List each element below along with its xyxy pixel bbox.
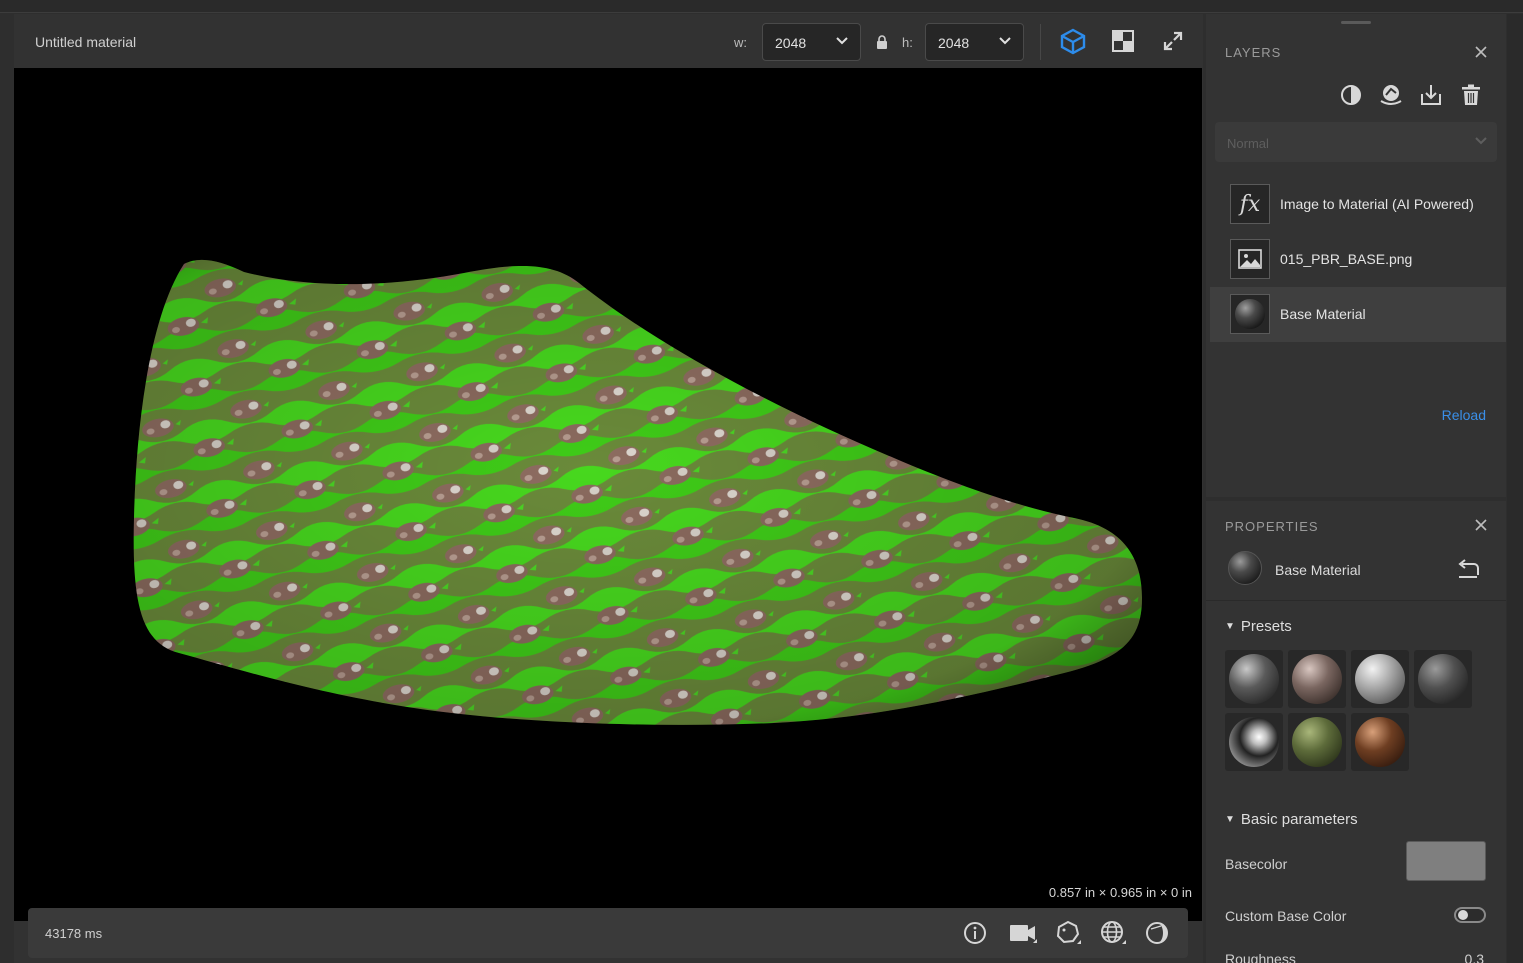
basecolor-swatch[interactable]	[1406, 841, 1486, 881]
preset-dark-grey	[1229, 654, 1279, 704]
chevron-down-icon: ▼	[1225, 621, 1235, 632]
layer-row[interactable]: fx Image to Material (AI Powered)	[1210, 177, 1506, 232]
preset-olive	[1292, 717, 1342, 767]
dimensions-readout: 0.857 in × 0.965 in × 0 in	[1048, 885, 1192, 900]
blend-mode-select[interactable]: Normal	[1215, 122, 1497, 162]
layer-name: 015_PBR_BASE.png	[1280, 251, 1413, 267]
fx-icon: fx	[1230, 184, 1270, 224]
expand-button[interactable]	[1159, 27, 1187, 55]
reload-link[interactable]: Reload	[1442, 407, 1486, 423]
info-icon	[964, 922, 986, 944]
2d-view-button[interactable]	[1109, 27, 1137, 55]
blend-mode-value: Normal	[1227, 136, 1269, 151]
preset-swatch[interactable]	[1225, 650, 1283, 708]
chevron-down-icon	[1475, 137, 1487, 145]
preset-copper	[1355, 717, 1405, 767]
layer-name: Base Material	[1280, 306, 1366, 322]
reset-icon[interactable]	[1456, 559, 1480, 579]
3d-canvas[interactable]: 0.857 in × 0.965 in × 0 in	[14, 68, 1202, 921]
expand-icon	[1163, 31, 1183, 51]
preset-chrome	[1229, 717, 1279, 767]
presets-section-toggle[interactable]: ▼ Presets	[1225, 618, 1292, 635]
height-value: 2048	[938, 35, 970, 51]
width-value: 2048	[775, 35, 807, 51]
3d-view-icon	[1060, 28, 1086, 55]
sphere-icon	[1230, 294, 1270, 334]
toggle-knob	[1458, 910, 1468, 920]
add-fill-layer-button[interactable]	[1338, 82, 1364, 108]
chevron-down-icon	[836, 37, 848, 45]
layer-name: Image to Material (AI Powered)	[1280, 196, 1474, 212]
custom-base-color-label: Custom Base Color	[1225, 908, 1347, 924]
delete-icon	[1462, 84, 1480, 105]
preset-light-grey	[1355, 654, 1405, 704]
material-sphere-icon	[1228, 551, 1262, 585]
preset-charcoal	[1418, 654, 1468, 704]
close-icon[interactable]	[1474, 45, 1488, 59]
mesh-icon	[1101, 921, 1126, 944]
preset-swatch[interactable]	[1351, 713, 1409, 771]
roughness-value[interactable]: 0.3	[1465, 951, 1484, 963]
add-fill-layer-icon	[1341, 85, 1361, 105]
layer-row[interactable]: 015_PBR_BASE.png	[1210, 232, 1506, 287]
preset-swatch[interactable]	[1414, 650, 1472, 708]
lighting-button[interactable]	[1142, 918, 1172, 948]
lock-icon[interactable]	[876, 35, 888, 49]
preset-swatch[interactable]	[1288, 713, 1346, 771]
panel-drag-handle[interactable]	[1341, 21, 1371, 24]
basecolor-label: Basecolor	[1225, 856, 1288, 872]
preset-taupe	[1292, 654, 1342, 704]
presets-label: Presets	[1240, 618, 1292, 635]
2d-view-icon	[1112, 30, 1134, 52]
basic-parameters-section-toggle[interactable]: ▼ Basic parameters	[1225, 811, 1358, 828]
environment-icon	[1056, 920, 1081, 944]
import-button[interactable]	[1418, 82, 1444, 108]
camera-icon	[1010, 925, 1037, 943]
3d-view-button[interactable]	[1059, 27, 1087, 55]
properties-panel: PROPERTIES Base Material ▼ Presets ▼ Basic…	[1206, 501, 1506, 963]
image-icon	[1230, 239, 1270, 279]
roughness-label: Roughness	[1225, 951, 1296, 963]
camera-button[interactable]	[1008, 918, 1038, 948]
basic-parameters-label: Basic parameters	[1240, 811, 1358, 828]
height-select[interactable]: 2048	[925, 23, 1024, 61]
width-select[interactable]: 2048	[762, 23, 861, 61]
environment-button[interactable]	[1053, 918, 1083, 948]
right-column: LAYERS Normal fx Image to Material (AI P…	[1206, 14, 1506, 963]
material-name: Base Material	[1275, 562, 1361, 578]
chevron-down-icon: ▼	[1225, 814, 1235, 825]
height-label: h:	[902, 35, 913, 50]
preset-swatch[interactable]	[1351, 650, 1409, 708]
viewport-footer: 43178 ms	[28, 908, 1188, 958]
viewport-header: Untitled material w: 2048 h: 2048	[14, 14, 1203, 68]
chevron-down-icon	[999, 37, 1011, 45]
preset-swatch[interactable]	[1288, 650, 1346, 708]
info-button[interactable]	[960, 918, 990, 948]
top-strip	[0, 0, 1523, 13]
mesh-button[interactable]	[1098, 918, 1128, 948]
material-header: Base Material	[1206, 501, 1506, 601]
right-edge	[1507, 14, 1523, 963]
custom-base-color-toggle[interactable]	[1454, 907, 1486, 923]
viewport-panel: Untitled material w: 2048 h: 2048 0.857 …	[14, 14, 1203, 963]
app-window: Untitled material w: 2048 h: 2048 0.857 …	[0, 0, 1523, 963]
layers-title: LAYERS	[1225, 45, 1282, 60]
render-time: 43178 ms	[45, 926, 103, 941]
document-title: Untitled material	[35, 34, 137, 50]
toolbar-divider	[1040, 24, 1041, 60]
lighting-icon	[1146, 922, 1168, 944]
shoe-model	[133, 259, 1142, 725]
add-material-layer-button[interactable]	[1378, 82, 1404, 108]
delete-button[interactable]	[1458, 82, 1484, 108]
layers-panel: LAYERS Normal fx Image to Material (AI P…	[1206, 14, 1506, 497]
import-icon	[1421, 85, 1441, 105]
preset-swatch[interactable]	[1225, 713, 1283, 771]
layer-row-selected[interactable]: Base Material	[1210, 287, 1506, 342]
width-label: w:	[734, 35, 747, 50]
add-material-layer-icon	[1380, 85, 1402, 105]
